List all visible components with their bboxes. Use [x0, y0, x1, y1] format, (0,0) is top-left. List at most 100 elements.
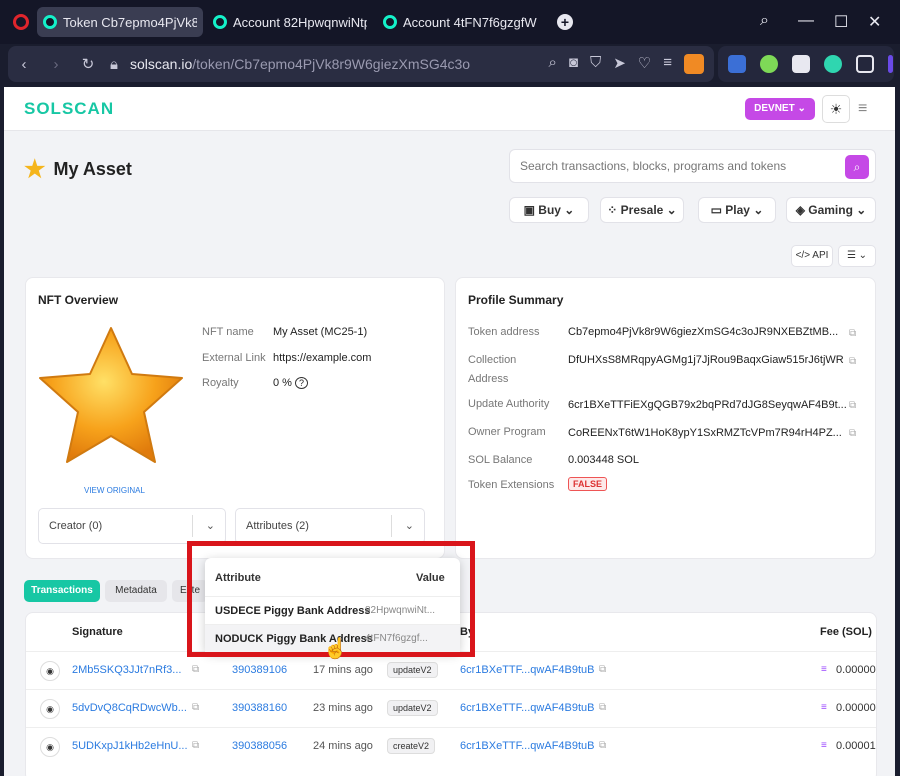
- copy-icon[interactable]: ⧉: [599, 664, 606, 675]
- gaming-menu-button[interactable]: ◈ Gaming ⌄: [786, 197, 876, 223]
- network-selector-button[interactable]: DEVNET ⌄: [745, 98, 815, 120]
- heart-icon[interactable]: ♡: [638, 54, 651, 74]
- hand-cursor-icon: ☝: [323, 638, 348, 660]
- browser-tab-account-2[interactable]: Account 4tFN7f6gzgfWzRI: [377, 7, 543, 37]
- extension-2-icon[interactable]: [760, 55, 778, 73]
- theme-toggle-icon[interactable]: ☀: [822, 95, 850, 123]
- tab-transactions[interactable]: Transactions: [24, 580, 100, 602]
- buy-menu-button[interactable]: ▣ Buy ⌄: [509, 197, 589, 223]
- solana-icon: ≡: [821, 664, 827, 675]
- copy-icon[interactable]: ⧉: [849, 356, 856, 367]
- royalty-value-text: 0 %: [273, 377, 292, 389]
- extension-1-icon[interactable]: [728, 55, 746, 73]
- eye-icon[interactable]: ◉: [40, 737, 60, 757]
- search-button[interactable]: ⌕: [845, 155, 869, 179]
- nft-name-label: NFT name: [202, 326, 254, 338]
- collection-address-link[interactable]: DfUHXsS8MRqpyAGMg1j7JjRou9BaqxGiaw515rJ6…: [568, 354, 844, 366]
- back-icon[interactable]: ‹: [8, 56, 40, 73]
- block-link[interactable]: 390388056: [232, 740, 287, 752]
- by-link[interactable]: 6cr1BXeTTF...qwAF4B9tuB: [460, 740, 595, 752]
- minimize-icon[interactable]: —: [798, 12, 814, 30]
- copy-icon[interactable]: ⧉: [849, 400, 856, 411]
- nft-name-value: My Asset (MC25-1): [273, 326, 368, 338]
- attributes-dropdown[interactable]: Attributes (2) ⌄: [235, 508, 425, 544]
- time-ago: 17 mins ago: [313, 664, 373, 676]
- solscan-logo[interactable]: SOLSCAN: [24, 99, 114, 119]
- forward-icon[interactable]: ›: [40, 56, 72, 73]
- by-link[interactable]: 6cr1BXeTTF...qwAF4B9tuB: [460, 702, 595, 714]
- url-input[interactable]: solscan.io/token/Cb7epmo4PjVk8r9W6giezXm…: [130, 56, 470, 72]
- external-link-value[interactable]: https://example.com: [273, 352, 371, 364]
- star-icon: ★: [24, 156, 46, 183]
- by-link[interactable]: 6cr1BXeTTF...qwAF4B9tuB: [460, 664, 595, 676]
- token-extensions-label: Token Extensions: [468, 479, 555, 491]
- menu-icon[interactable]: ≡: [663, 54, 672, 74]
- signature-link[interactable]: 5dvDvQ8CqRDwcWb...: [72, 702, 187, 714]
- block-link[interactable]: 390388160: [232, 702, 287, 714]
- copy-icon[interactable]: ⧉: [192, 664, 199, 675]
- copy-icon[interactable]: ⧉: [192, 740, 199, 751]
- collection-label: Collection: [468, 354, 517, 366]
- close-window-icon[interactable]: ✕: [868, 12, 881, 32]
- search-input[interactable]: Search transactions, blocks, programs an…: [509, 149, 876, 183]
- creator-dropdown-label: Creator (0): [49, 520, 103, 532]
- gamepad-icon: ◈: [795, 203, 809, 217]
- solscan-favicon-icon: [213, 15, 227, 29]
- search-page-icon[interactable]: ⌕: [548, 54, 556, 74]
- status-badge: FALSE: [568, 477, 608, 491]
- extension-4-icon[interactable]: [824, 55, 842, 73]
- help-icon[interactable]: ?: [295, 377, 309, 389]
- signature-link[interactable]: 5UDKxpJ1kHb2eHnU...: [72, 740, 188, 752]
- opera-logo-icon[interactable]: [13, 14, 29, 30]
- extension-avatar-icon[interactable]: [684, 54, 704, 74]
- reload-icon[interactable]: ↻: [72, 55, 104, 73]
- shield-icon[interactable]: ⛉: [590, 54, 601, 74]
- send-icon[interactable]: ➤: [613, 54, 626, 74]
- search-tabs-icon[interactable]: ⌕: [760, 12, 769, 30]
- api-button[interactable]: </> API: [791, 245, 833, 267]
- new-tab-button[interactable]: +: [557, 14, 573, 30]
- list-view-button[interactable]: ☰ ⌄: [838, 245, 876, 267]
- sidebar-toggle[interactable]: [888, 55, 893, 73]
- owner-program-link[interactable]: CoREENxT6tW1HoK8ypY1SxRMZTcVPm7R94rH4PZ.…: [568, 427, 842, 439]
- lock-icon: 🔒︎: [110, 55, 118, 73]
- play-icon: ▭: [710, 203, 726, 217]
- signature-link[interactable]: 2Mb5SKQ3JJt7nRf3...: [72, 664, 181, 676]
- copy-icon[interactable]: ⧉: [599, 740, 606, 751]
- solscan-page: SOLSCAN DEVNET ⌄ ☀ ≡ ★ My Asset Search tr…: [4, 87, 895, 776]
- camera-icon[interactable]: ◙: [569, 54, 578, 74]
- external-link-label: External Link: [202, 352, 266, 364]
- copy-icon[interactable]: ⧉: [849, 428, 856, 439]
- eye-icon[interactable]: ◉: [40, 661, 60, 681]
- hamburger-menu-icon[interactable]: ≡: [858, 100, 867, 118]
- fee-value: 0.00000: [836, 702, 876, 714]
- fee-value: 0.00000: [836, 664, 876, 676]
- tab-title: Account 4tFN7f6gzgfWzRI: [403, 14, 537, 30]
- extension-s-icon[interactable]: [792, 55, 810, 73]
- view-original-link[interactable]: VIEW ORIGINAL: [84, 486, 145, 495]
- copy-icon[interactable]: ⧉: [599, 702, 606, 713]
- update-authority-link[interactable]: 6cr1BXeTTFiEXgQGB79x2bqPRd7dJG8SeyqwAF4B…: [568, 399, 847, 411]
- block-link[interactable]: 390389106: [232, 664, 287, 676]
- profile-summary-title: Profile Summary: [468, 293, 564, 307]
- buy-label: Buy ⌄: [538, 203, 575, 217]
- copy-icon[interactable]: ⧉: [849, 328, 856, 339]
- presale-icon: ⁘: [607, 203, 621, 217]
- url-host: solscan.io: [130, 56, 193, 72]
- presale-menu-button[interactable]: ⁘ Presale ⌄: [600, 197, 684, 223]
- maximize-icon[interactable]: ☐: [834, 12, 848, 32]
- eye-icon[interactable]: ◉: [40, 699, 60, 719]
- sol-balance-value: 0.003448 SOL: [568, 454, 639, 466]
- creator-dropdown[interactable]: Creator (0) ⌄: [38, 508, 226, 544]
- nft-star-image[interactable]: [36, 326, 186, 466]
- instruction-badge: createV2: [387, 738, 436, 754]
- fee-header: Fee (SOL): [820, 626, 872, 638]
- table-row: ◉ 5dvDvQ8CqRDwcWb... ⧉ 390388160 23 mins…: [26, 689, 876, 727]
- copy-icon[interactable]: ⧉: [192, 702, 199, 713]
- extension-cube-icon[interactable]: [856, 55, 874, 73]
- extensions-bar: [718, 46, 894, 82]
- play-menu-button[interactable]: ▭ Play ⌄: [698, 197, 776, 223]
- browser-tab-token[interactable]: Token Cb7epmo4PjVk8r9W: [37, 7, 203, 37]
- browser-tab-account-1[interactable]: Account 82HpwqnwiNtp5: [207, 7, 373, 37]
- tab-metadata[interactable]: Metadata: [105, 580, 167, 602]
